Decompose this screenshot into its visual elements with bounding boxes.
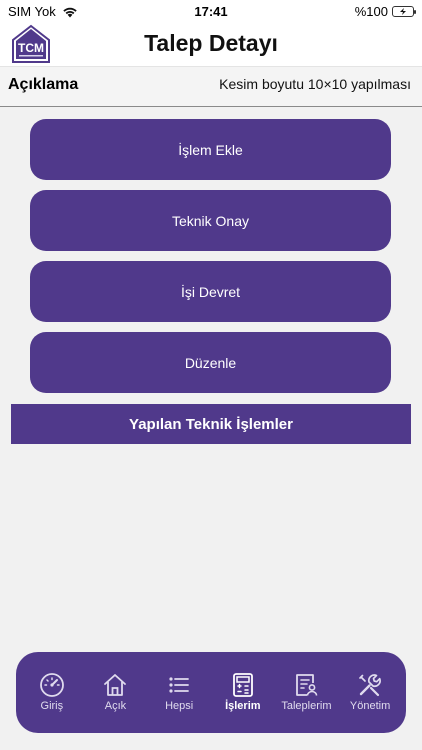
status-bar: SIM Yok 17:41 %100 xyxy=(0,0,422,22)
tab-islerim-label: İşlerim xyxy=(225,700,261,712)
technical-approval-button[interactable]: Teknik Onay xyxy=(30,190,391,251)
status-right: %100 xyxy=(354,4,416,19)
tab-giris-label: Giriş xyxy=(40,700,64,712)
tab-yonetim[interactable]: Yönetim xyxy=(339,672,401,712)
transfer-job-button[interactable]: İşi Devret xyxy=(30,261,391,322)
description-value: Kesim boyutu 10×10 yapılması xyxy=(219,76,411,92)
battery-percent: %100 xyxy=(354,4,388,19)
tab-hepsi-label: Hepsi xyxy=(165,700,194,712)
tab-bar: Giriş Açık Hepsi İşlerim Taleplerim Yöne… xyxy=(16,652,406,733)
calculator-icon xyxy=(232,673,253,697)
page-title: Talep Detayı xyxy=(144,30,278,56)
tab-acik[interactable]: Açık xyxy=(84,672,146,712)
tab-hepsi[interactable]: Hepsi xyxy=(148,672,210,712)
screen: SIM Yok 17:41 %100 TCM Talep Detayı Açık… xyxy=(0,0,422,750)
description-row: Açıklama Kesim boyutu 10×10 yapılması xyxy=(0,66,422,107)
user-document-icon xyxy=(296,674,318,696)
list-icon xyxy=(169,677,190,693)
tab-acik-label: Açık xyxy=(104,700,127,712)
app-header: TCM Talep Detayı xyxy=(0,22,422,66)
technical-operations-header: Yapılan Teknik İşlemler xyxy=(11,404,411,444)
home-icon xyxy=(104,674,127,696)
gauge-icon xyxy=(39,673,64,697)
tab-taleplerim[interactable]: Taleplerim xyxy=(275,672,337,712)
edit-button[interactable]: Düzenle xyxy=(30,332,391,393)
tab-islerim[interactable]: İşlerim xyxy=(212,672,274,712)
add-operation-button[interactable]: İşlem Ekle xyxy=(30,119,391,180)
wrench-icon xyxy=(359,674,382,697)
tab-giris[interactable]: Giriş xyxy=(21,672,83,712)
description-label: Açıklama xyxy=(8,76,79,93)
tab-taleplerim-label: Taleplerim xyxy=(281,700,332,712)
tab-yonetim-label: Yönetim xyxy=(349,700,391,712)
battery-icon xyxy=(392,6,416,17)
